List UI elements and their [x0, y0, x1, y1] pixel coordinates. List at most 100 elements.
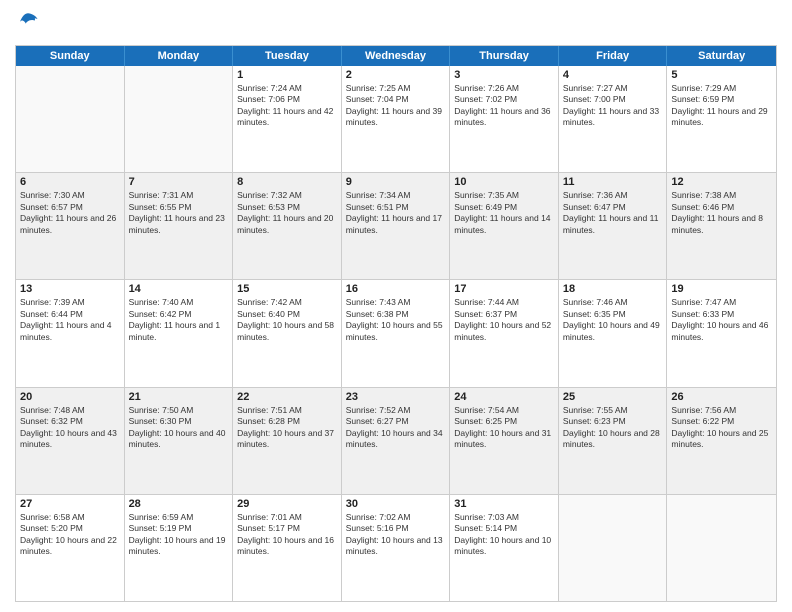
calendar-cell: 20Sunrise: 7:48 AM Sunset: 6:32 PM Dayli… — [16, 388, 125, 494]
day-number: 14 — [129, 283, 229, 295]
calendar-cell: 10 Sunrise: 7:35 AM Sunset: 6:49 PM Dayli… — [450, 173, 559, 279]
calendar-week-1: 1Sunrise: 7:24 AM Sunset: 7:06 PM Daylig… — [16, 66, 776, 172]
calendar-cell — [125, 66, 234, 172]
cell-info: Sunrise: 7:02 AM Sunset: 5:16 PM Dayligh… — [346, 512, 446, 558]
day-number: 18 — [563, 283, 663, 295]
day-number: 24 — [454, 391, 554, 403]
cell-info: Sunrise: 7:38 AM Sunset: 6:46 PM Dayligh… — [671, 190, 772, 236]
cell-info: Sunrise: 7:03 AM Sunset: 5:14 PM Dayligh… — [454, 512, 554, 558]
cell-info: Sunrise: 7:40 AM Sunset: 6:42 PM Dayligh… — [129, 297, 229, 343]
calendar-week-3: 13 Sunrise: 7:39 AM Sunset: 6:44 PM Dayli… — [16, 279, 776, 386]
day-number: 26 — [671, 391, 772, 403]
calendar-cell: 17 Sunrise: 7:44 AM Sunset: 6:37 PM Dayli… — [450, 280, 559, 386]
cell-info: Sunrise: 7:54 AM Sunset: 6:25 PM Dayligh… — [454, 405, 554, 451]
day-number: 21 — [129, 391, 229, 403]
calendar-cell — [667, 495, 776, 601]
logo — [15, 10, 39, 37]
header-day-sunday: Sunday — [16, 46, 125, 66]
header-day-thursday: Thursday — [450, 46, 559, 66]
day-number: 13 — [20, 283, 120, 295]
calendar-cell — [559, 495, 668, 601]
header-day-saturday: Saturday — [667, 46, 776, 66]
day-number: 15 — [237, 283, 337, 295]
cell-info: Sunrise: 7:26 AM Sunset: 7:02 PM Dayligh… — [454, 83, 554, 129]
day-number: 28 — [129, 498, 229, 510]
cell-info: Sunrise: 7:48 AM Sunset: 6:32 PM Dayligh… — [20, 405, 120, 451]
calendar-cell: 18 Sunrise: 7:46 AM Sunset: 6:35 PM Dayli… — [559, 280, 668, 386]
cell-info: Sunrise: 7:55 AM Sunset: 6:23 PM Dayligh… — [563, 405, 663, 451]
page: SundayMondayTuesdayWednesdayThursdayFrid… — [0, 0, 792, 612]
cell-info: Sunrise: 7:42 AM Sunset: 6:40 PM Dayligh… — [237, 297, 337, 343]
calendar-cell: 6 Sunrise: 7:30 AM Sunset: 6:57 PM Daylig… — [16, 173, 125, 279]
cell-info: Sunrise: 7:32 AM Sunset: 6:53 PM Dayligh… — [237, 190, 337, 236]
day-number: 5 — [671, 69, 772, 81]
cell-info: Sunrise: 7:01 AM Sunset: 5:17 PM Dayligh… — [237, 512, 337, 558]
calendar-cell: 12 Sunrise: 7:38 AM Sunset: 6:46 PM Dayli… — [667, 173, 776, 279]
day-number: 30 — [346, 498, 446, 510]
calendar-cell: 4 Sunrise: 7:27 AM Sunset: 7:00 PM Daylig… — [559, 66, 668, 172]
calendar-cell: 7 Sunrise: 7:31 AM Sunset: 6:55 PM Daylig… — [125, 173, 234, 279]
cell-info: Sunrise: 7:56 AM Sunset: 6:22 PM Dayligh… — [671, 405, 772, 451]
cell-info: Sunrise: 7:29 AM Sunset: 6:59 PM Dayligh… — [671, 83, 772, 129]
cell-info: Sunrise: 7:30 AM Sunset: 6:57 PM Dayligh… — [20, 190, 120, 236]
calendar-cell: 1Sunrise: 7:24 AM Sunset: 7:06 PM Daylig… — [233, 66, 342, 172]
day-number: 16 — [346, 283, 446, 295]
day-number: 7 — [129, 176, 229, 188]
day-number: 1 — [237, 69, 337, 81]
calendar-cell: 8 Sunrise: 7:32 AM Sunset: 6:53 PM Daylig… — [233, 173, 342, 279]
calendar-cell: 19 Sunrise: 7:47 AM Sunset: 6:33 PM Dayli… — [667, 280, 776, 386]
day-number: 3 — [454, 69, 554, 81]
calendar-cell: 24 Sunrise: 7:54 AM Sunset: 6:25 PM Dayli… — [450, 388, 559, 494]
cell-info: Sunrise: 6:58 AM Sunset: 5:20 PM Dayligh… — [20, 512, 120, 558]
cell-info: Sunrise: 7:50 AM Sunset: 6:30 PM Dayligh… — [129, 405, 229, 451]
cell-info: Sunrise: 7:51 AM Sunset: 6:28 PM Dayligh… — [237, 405, 337, 451]
day-number: 19 — [671, 283, 772, 295]
day-number: 17 — [454, 283, 554, 295]
cell-info: Sunrise: 7:31 AM Sunset: 6:55 PM Dayligh… — [129, 190, 229, 236]
day-number: 27 — [20, 498, 120, 510]
calendar-cell: 31 Sunrise: 7:03 AM Sunset: 5:14 PM Dayli… — [450, 495, 559, 601]
cell-info: Sunrise: 7:43 AM Sunset: 6:38 PM Dayligh… — [346, 297, 446, 343]
cell-info: Sunrise: 7:36 AM Sunset: 6:47 PM Dayligh… — [563, 190, 663, 236]
calendar-week-4: 20Sunrise: 7:48 AM Sunset: 6:32 PM Dayli… — [16, 387, 776, 494]
day-number: 10 — [454, 176, 554, 188]
cell-info: Sunrise: 7:35 AM Sunset: 6:49 PM Dayligh… — [454, 190, 554, 236]
calendar-cell: 3 Sunrise: 7:26 AM Sunset: 7:02 PM Daylig… — [450, 66, 559, 172]
day-number: 2 — [346, 69, 446, 81]
calendar-cell: 11 Sunrise: 7:36 AM Sunset: 6:47 PM Dayli… — [559, 173, 668, 279]
calendar-body: 1Sunrise: 7:24 AM Sunset: 7:06 PM Daylig… — [16, 66, 776, 601]
calendar-cell: 30 Sunrise: 7:02 AM Sunset: 5:16 PM Dayli… — [342, 495, 451, 601]
calendar-cell: 14 Sunrise: 7:40 AM Sunset: 6:42 PM Dayli… — [125, 280, 234, 386]
cell-info: Sunrise: 6:59 AM Sunset: 5:19 PM Dayligh… — [129, 512, 229, 558]
day-number: 31 — [454, 498, 554, 510]
calendar-cell: 22Sunrise: 7:51 AM Sunset: 6:28 PM Dayli… — [233, 388, 342, 494]
day-number: 29 — [237, 498, 337, 510]
day-number: 12 — [671, 176, 772, 188]
calendar-cell — [16, 66, 125, 172]
cell-info: Sunrise: 7:47 AM Sunset: 6:33 PM Dayligh… — [671, 297, 772, 343]
cell-info: Sunrise: 7:52 AM Sunset: 6:27 PM Dayligh… — [346, 405, 446, 451]
calendar-week-5: 27 Sunrise: 6:58 AM Sunset: 5:20 PM Dayli… — [16, 494, 776, 601]
day-number: 25 — [563, 391, 663, 403]
cell-info: Sunrise: 7:34 AM Sunset: 6:51 PM Dayligh… — [346, 190, 446, 236]
header-day-monday: Monday — [125, 46, 234, 66]
day-number: 6 — [20, 176, 120, 188]
calendar-week-2: 6 Sunrise: 7:30 AM Sunset: 6:57 PM Daylig… — [16, 172, 776, 279]
cell-info: Sunrise: 7:25 AM Sunset: 7:04 PM Dayligh… — [346, 83, 446, 129]
calendar-cell: 29 Sunrise: 7:01 AM Sunset: 5:17 PM Dayli… — [233, 495, 342, 601]
header-day-friday: Friday — [559, 46, 668, 66]
cell-info: Sunrise: 7:39 AM Sunset: 6:44 PM Dayligh… — [20, 297, 120, 343]
calendar-cell: 25 Sunrise: 7:55 AM Sunset: 6:23 PM Dayli… — [559, 388, 668, 494]
header-day-wednesday: Wednesday — [342, 46, 451, 66]
header-day-tuesday: Tuesday — [233, 46, 342, 66]
calendar-cell: 23 Sunrise: 7:52 AM Sunset: 6:27 PM Dayli… — [342, 388, 451, 494]
day-number: 8 — [237, 176, 337, 188]
day-number: 9 — [346, 176, 446, 188]
cell-info: Sunrise: 7:46 AM Sunset: 6:35 PM Dayligh… — [563, 297, 663, 343]
calendar-cell: 28 Sunrise: 6:59 AM Sunset: 5:19 PM Dayli… — [125, 495, 234, 601]
day-number: 23 — [346, 391, 446, 403]
day-number: 4 — [563, 69, 663, 81]
day-number: 11 — [563, 176, 663, 188]
cell-info: Sunrise: 7:44 AM Sunset: 6:37 PM Dayligh… — [454, 297, 554, 343]
cell-info: Sunrise: 7:27 AM Sunset: 7:00 PM Dayligh… — [563, 83, 663, 129]
